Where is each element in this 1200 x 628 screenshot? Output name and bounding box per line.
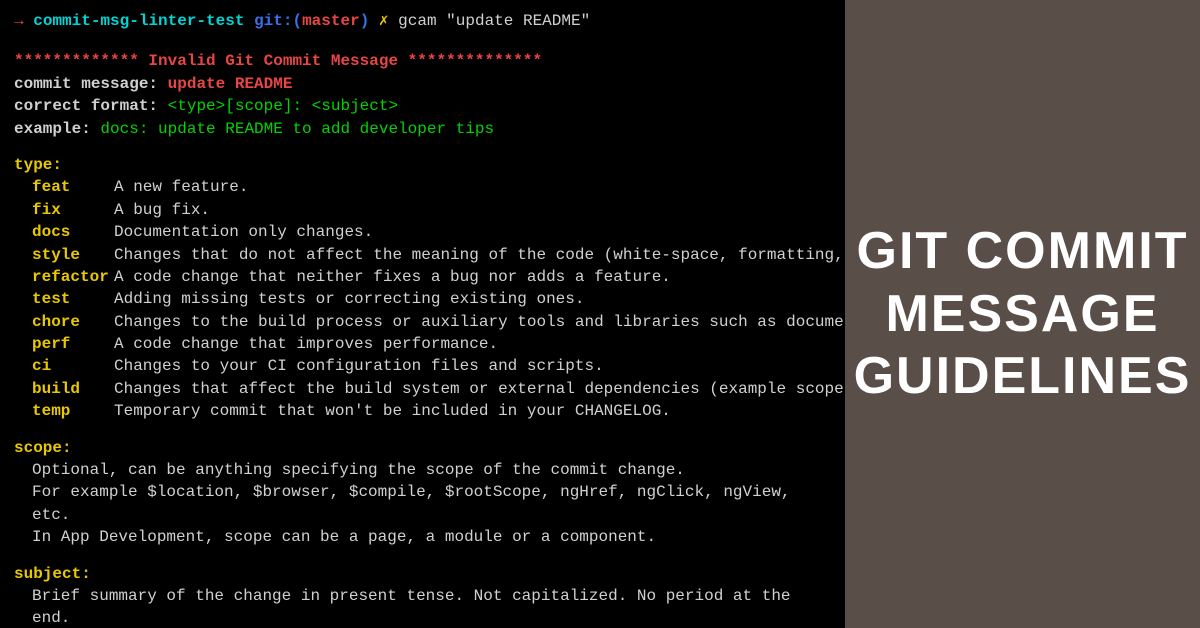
type-desc: Adding missing tests or correcting exist… (114, 290, 584, 308)
scope-section: scope: Optional, can be anything specify… (14, 437, 831, 549)
type-desc: A bug fix. (114, 201, 210, 219)
commit-message-label: commit message: (14, 75, 158, 93)
type-key: fix (32, 199, 114, 221)
prompt-arrow-icon: → (14, 12, 24, 30)
example-label: example: (14, 120, 91, 138)
type-row: featA new feature. (14, 176, 831, 198)
commit-message-value: update README (168, 75, 293, 93)
scope-line: For example $location, $browser, $compil… (32, 481, 831, 526)
error-block: ************* Invalid Git Commit Message… (14, 50, 831, 140)
prompt-line: → commit-msg-linter-test git:(master) ✗ … (14, 10, 831, 32)
type-row: styleChanges that do not affect the mean… (14, 244, 831, 266)
type-section: type: featA new feature.fixA bug fix.doc… (14, 154, 831, 423)
type-desc: Changes that do not affect the meaning o… (114, 246, 844, 264)
scope-lines: Optional, can be anything specifying the… (14, 459, 831, 549)
type-key: refactor (32, 266, 114, 288)
type-key: chore (32, 311, 114, 333)
correct-format-line: correct format: <type>[scope]: <subject> (14, 95, 831, 117)
example-value: docs: update README to add developer tip… (100, 120, 494, 138)
terminal-output: → commit-msg-linter-test git:(master) ✗ … (0, 0, 845, 628)
type-desc: A code change that neither fixes a bug n… (114, 268, 671, 286)
type-desc: A code change that improves performance. (114, 335, 498, 353)
type-key: perf (32, 333, 114, 355)
type-key: ci (32, 355, 114, 377)
git-prefix: git:( (254, 12, 302, 30)
type-key: docs (32, 221, 114, 243)
type-row: choreChanges to the build process or aux… (14, 311, 831, 333)
types-list: featA new feature.fixA bug fix.docsDocum… (14, 176, 831, 422)
error-banner: ************* Invalid Git Commit Message… (14, 50, 831, 72)
type-desc: Changes to your CI configuration files a… (114, 357, 604, 375)
type-desc: Temporary commit that won't be included … (114, 402, 671, 420)
correct-format-value: <type>[scope]: <subject> (168, 97, 398, 115)
type-heading: type: (14, 154, 831, 176)
type-row: refactorA code change that neither fixes… (14, 266, 831, 288)
type-row: ciChanges to your CI configuration files… (14, 355, 831, 377)
sidebar-panel: GIT COMMIT MESSAGE GUIDELINES (845, 0, 1200, 628)
type-key: feat (32, 176, 114, 198)
type-desc: A new feature. (114, 178, 248, 196)
subject-section: subject: Brief summary of the change in … (14, 563, 831, 628)
git-branch: master (302, 12, 360, 30)
type-key: build (32, 378, 114, 400)
command-text: gcam "update README" (398, 12, 590, 30)
example-line: example: docs: update README to add deve… (14, 118, 831, 140)
type-desc: Changes that affect the build system or … (114, 380, 844, 398)
sidebar-title: GIT COMMIT MESSAGE GUIDELINES (854, 220, 1192, 407)
dirty-icon: ✗ (379, 12, 389, 30)
git-suffix: ) (360, 12, 370, 30)
subject-line: Brief summary of the change in present t… (32, 585, 831, 628)
repo-name: commit-msg-linter-test (33, 12, 244, 30)
correct-format-label: correct format: (14, 97, 158, 115)
commit-message-line: commit message: update README (14, 73, 831, 95)
type-key: style (32, 244, 114, 266)
scope-heading: scope: (14, 437, 831, 459)
type-row: fixA bug fix. (14, 199, 831, 221)
subject-heading: subject: (14, 563, 831, 585)
type-desc: Documentation only changes. (114, 223, 373, 241)
type-key: temp (32, 400, 114, 422)
scope-line: In App Development, scope can be a page,… (32, 526, 831, 548)
type-row: tempTemporary commit that won't be inclu… (14, 400, 831, 422)
type-row: perfA code change that improves performa… (14, 333, 831, 355)
type-key: test (32, 288, 114, 310)
type-row: docsDocumentation only changes. (14, 221, 831, 243)
type-desc: Changes to the build process or auxiliar… (114, 313, 844, 331)
scope-line: Optional, can be anything specifying the… (32, 459, 831, 481)
type-row: buildChanges that affect the build syste… (14, 378, 831, 400)
type-row: testAdding missing tests or correcting e… (14, 288, 831, 310)
